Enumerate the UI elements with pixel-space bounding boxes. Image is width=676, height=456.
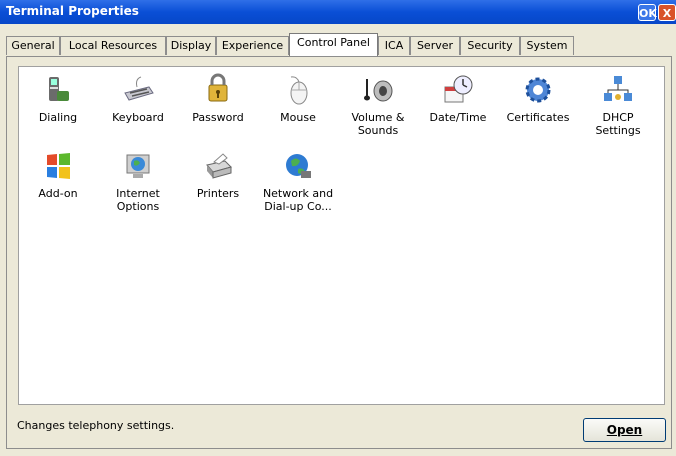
item-label: Dialing bbox=[38, 111, 78, 124]
item-mouse[interactable]: Mouse bbox=[261, 73, 335, 124]
tab-general[interactable]: General bbox=[6, 36, 60, 55]
tab-display[interactable]: Display bbox=[166, 36, 216, 55]
item-label: Keyboard bbox=[112, 111, 164, 124]
item-label: Volume & Sounds bbox=[351, 111, 405, 137]
open-button[interactable]: Open bbox=[583, 418, 666, 442]
status-text: Changes telephony settings. bbox=[17, 419, 175, 432]
item-password[interactable]: Password bbox=[181, 73, 255, 124]
keyboard-icon bbox=[124, 76, 154, 101]
gear-icon bbox=[525, 77, 551, 103]
close-button[interactable]: X bbox=[658, 4, 676, 21]
window-title: Terminal Properties bbox=[6, 4, 139, 18]
item-date-time[interactable]: Date/Time bbox=[421, 73, 495, 124]
network-globe-icon bbox=[286, 154, 311, 178]
item-volume-sounds[interactable]: Volume & Sounds bbox=[341, 73, 415, 137]
tab-ica[interactable]: ICA bbox=[378, 36, 410, 55]
tab-system[interactable]: System bbox=[520, 36, 574, 55]
speaker-icon bbox=[364, 79, 393, 102]
tab-local-resources[interactable]: Local Resources bbox=[60, 36, 166, 55]
printer-icon bbox=[206, 153, 232, 179]
item-label: Internet Options bbox=[116, 187, 160, 213]
tab-server[interactable]: Server bbox=[410, 36, 460, 55]
windows-logo-icon bbox=[47, 153, 70, 179]
item-network-dialup[interactable]: Network and Dial-up Co... bbox=[261, 149, 335, 213]
item-label: Printers bbox=[196, 187, 240, 200]
item-label: DHCP Settings bbox=[595, 111, 641, 137]
item-label: Network and Dial-up Co... bbox=[262, 187, 334, 213]
item-printers[interactable]: Printers bbox=[181, 149, 255, 200]
item-keyboard[interactable]: Keyboard bbox=[101, 73, 175, 124]
icon-list[interactable]: Dialing Keyboard Password Mouse Volume &… bbox=[18, 66, 665, 405]
ok-button[interactable]: OK bbox=[638, 4, 657, 21]
tab-panel: Dialing Keyboard Password Mouse Volume &… bbox=[6, 56, 672, 449]
mouse-icon bbox=[290, 76, 308, 105]
keys-icon bbox=[208, 73, 228, 102]
tab-control-panel[interactable]: Control Panel bbox=[289, 33, 378, 56]
item-label: Date/Time bbox=[429, 111, 487, 124]
network-icon bbox=[604, 76, 632, 101]
item-dialing[interactable]: Dialing bbox=[21, 73, 95, 124]
item-label: Certificates bbox=[506, 111, 570, 124]
item-add-on[interactable]: Add-on bbox=[21, 149, 95, 200]
clock-calendar-icon bbox=[444, 75, 473, 103]
item-label: Password bbox=[192, 111, 244, 124]
globe-icon bbox=[126, 154, 150, 178]
item-certificates[interactable]: Certificates bbox=[501, 73, 575, 124]
phone-icon bbox=[49, 77, 69, 101]
tab-experience[interactable]: Experience bbox=[216, 36, 289, 55]
title-bar: Terminal Properties OK X bbox=[0, 0, 676, 24]
item-internet-options[interactable]: Internet Options bbox=[101, 149, 175, 213]
item-dhcp-settings[interactable]: DHCP Settings bbox=[581, 73, 655, 137]
tab-security[interactable]: Security bbox=[460, 36, 520, 55]
item-label: Add-on bbox=[38, 187, 78, 200]
item-label: Mouse bbox=[280, 111, 316, 124]
